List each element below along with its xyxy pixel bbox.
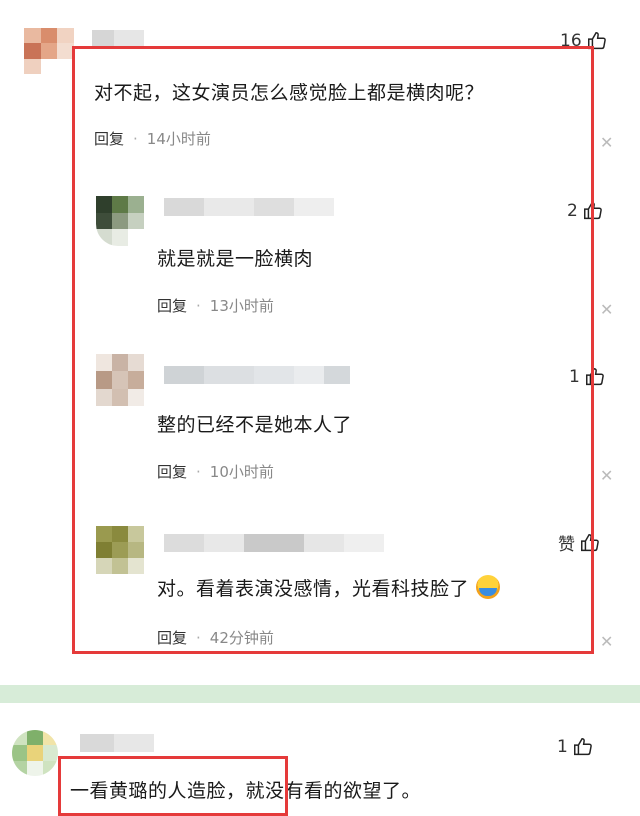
close-icon[interactable]: ✕ (600, 300, 613, 319)
like-button[interactable]: 1 (557, 736, 594, 758)
avatar[interactable] (24, 28, 74, 74)
section-divider (0, 685, 640, 703)
close-icon[interactable]: ✕ (600, 466, 613, 485)
highlight-box (72, 46, 594, 654)
close-icon[interactable]: ✕ (600, 133, 613, 152)
highlight-box (58, 756, 288, 816)
close-icon[interactable]: ✕ (600, 632, 613, 651)
username-blurred[interactable] (80, 734, 154, 752)
avatar[interactable] (12, 730, 58, 776)
thumbs-up-icon (573, 738, 592, 756)
like-count: 1 (557, 737, 568, 757)
